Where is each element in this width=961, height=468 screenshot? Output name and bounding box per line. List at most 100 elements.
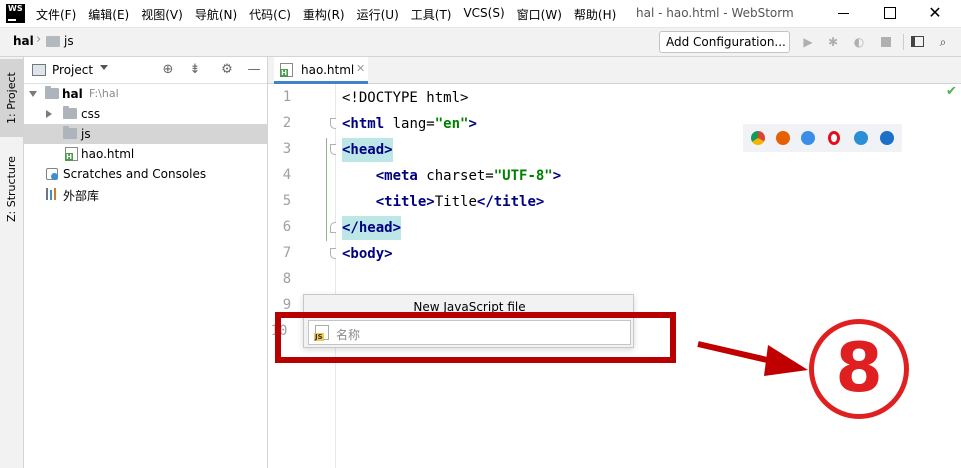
tool-tab-structure[interactable]: Z: Structure <box>0 145 23 233</box>
project-view-selector[interactable]: Project <box>52 63 93 77</box>
tree-item-hao-html[interactable]: hao.html <box>24 144 267 164</box>
code-line-4: <meta charset="UTF-8"> <box>342 167 561 185</box>
menu-code[interactable]: 代码(C) <box>249 6 291 23</box>
tree-item-external-libraries[interactable]: 外部库 <box>24 184 267 204</box>
code-line-3: <head> <box>342 138 393 162</box>
tree-item-label: hal <box>62 87 83 101</box>
tree-item-label: 外部库 <box>63 189 100 203</box>
coverage-icon[interactable]: ◐ <box>852 35 866 49</box>
code-tag: <title> <box>375 194 435 210</box>
fold-guide <box>326 138 327 241</box>
menu-refactor[interactable]: 重构(R) <box>303 6 345 23</box>
browser-preview-bar <box>743 124 902 152</box>
window-title: hal - hao.html - WebStorm <box>636 6 794 20</box>
code-attr: charset= <box>417 168 494 184</box>
code-attr: lang= <box>384 116 435 132</box>
tree-item-js[interactable]: js <box>24 124 267 144</box>
safari-icon[interactable] <box>801 131 815 145</box>
tool-tab-project[interactable]: 1: Project <box>0 59 23 137</box>
menu-window[interactable]: 窗口(W) <box>517 6 562 23</box>
project-panel: Project ⊕ ⇟ ⚙ — hal F:\hal css js hao.ht… <box>24 57 268 468</box>
breadcrumb-folder[interactable]: js <box>64 34 74 48</box>
folder-icon <box>63 106 77 119</box>
code-tag-highlighted: <head> <box>342 138 393 162</box>
html-file-icon <box>280 63 293 77</box>
code-line-1: <!DOCTYPE html> <box>342 89 468 107</box>
line-number: 1 <box>282 89 292 105</box>
inspection-ok-icon[interactable]: ✔ <box>946 84 957 99</box>
breadcrumb-separator-icon: › <box>36 32 42 47</box>
close-tab-icon[interactable]: ✕ <box>356 62 365 75</box>
internet-explorer-icon[interactable] <box>854 131 868 145</box>
scratches-icon <box>45 167 59 181</box>
add-configuration-button[interactable]: Add Configuration... <box>659 31 790 53</box>
code-line-5: <title>Title</title> <box>342 193 545 211</box>
minimize-icon[interactable] <box>834 4 854 22</box>
tree-item-label: js <box>81 127 91 141</box>
code-line-7: <body> <box>342 245 393 263</box>
library-icon <box>46 188 59 200</box>
navigation-bar: hal › js Add Configuration... ▶ ✱ ◐ ⌕ <box>0 28 961 57</box>
menu-vcs[interactable]: VCS(S) <box>463 6 504 23</box>
line-number: 9 <box>282 297 292 313</box>
code-tag: > <box>552 168 562 184</box>
code-text: Title <box>434 194 477 210</box>
toolbar-divider <box>903 34 904 50</box>
line-number: 8 <box>282 271 292 287</box>
hide-panel-icon[interactable]: — <box>246 62 262 78</box>
stop-icon[interactable] <box>879 35 893 49</box>
main-menu: 文件(F) 编辑(E) 视图(V) 导航(N) 代码(C) 重构(R) 运行(U… <box>36 6 628 23</box>
opera-icon[interactable] <box>828 131 840 145</box>
code-tag-highlighted: </head> <box>342 216 402 240</box>
editor-tab-bar: hao.html ✕ <box>268 57 961 84</box>
folder-icon <box>63 126 77 139</box>
menu-edit[interactable]: 编辑(E) <box>88 6 129 23</box>
collapse-all-icon[interactable]: ⇟ <box>187 62 203 78</box>
menu-view[interactable]: 视图(V) <box>141 6 183 23</box>
code-string: "UTF-8" <box>493 168 553 184</box>
chrome-icon[interactable] <box>751 131 765 145</box>
title-bar: WS 文件(F) 编辑(E) 视图(V) 导航(N) 代码(C) 重构(R) 运… <box>0 0 961 28</box>
menu-help[interactable]: 帮助(H) <box>574 6 616 23</box>
doctype: <!DOCTYPE html> <box>342 90 469 106</box>
menu-run[interactable]: 运行(U) <box>357 6 399 23</box>
tree-item-css[interactable]: css <box>24 104 267 124</box>
search-icon[interactable]: ⌕ <box>936 35 950 49</box>
line-number: 4 <box>282 167 292 183</box>
tree-item-scratches[interactable]: Scratches and Consoles <box>24 164 267 184</box>
html-file-icon <box>65 147 78 161</box>
chevron-down-icon[interactable] <box>100 65 108 70</box>
code-tag: <html <box>342 116 385 132</box>
tree-item-path: F:\hal <box>89 87 119 100</box>
locate-target-icon[interactable]: ⊕ <box>160 62 176 78</box>
line-number: 5 <box>282 193 292 209</box>
project-structure-icon[interactable] <box>911 35 925 49</box>
close-icon[interactable]: ✕ <box>925 4 945 22</box>
line-number: 3 <box>282 141 292 157</box>
folder-icon <box>46 36 60 47</box>
tree-item-label: css <box>81 107 101 121</box>
firefox-icon[interactable] <box>776 131 790 145</box>
maximize-icon[interactable] <box>879 4 899 22</box>
tree-item-label: hao.html <box>81 147 135 161</box>
breadcrumb-root[interactable]: hal <box>13 34 34 48</box>
menu-file[interactable]: 文件(F) <box>36 6 76 23</box>
edge-icon[interactable] <box>880 131 894 145</box>
menu-tools[interactable]: 工具(T) <box>411 6 452 23</box>
project-view-icon <box>32 64 46 76</box>
tab-hao-html[interactable]: hao.html ✕ <box>274 57 368 84</box>
tree-item-hal[interactable]: hal F:\hal <box>24 84 267 104</box>
code-tag: </title> <box>476 194 545 210</box>
collapse-arrow-icon[interactable] <box>46 110 52 118</box>
code-string: "en" <box>434 116 469 132</box>
annotation-highlight-box <box>275 312 676 363</box>
line-number: 7 <box>282 245 292 261</box>
run-icon[interactable]: ▶ <box>801 35 815 49</box>
folder-icon <box>45 86 59 99</box>
menu-navigate[interactable]: 导航(N) <box>195 6 237 23</box>
debug-icon[interactable]: ✱ <box>826 35 840 49</box>
gear-icon[interactable]: ⚙ <box>219 62 235 78</box>
line-number: 6 <box>282 219 292 235</box>
expand-arrow-icon[interactable] <box>29 91 37 97</box>
step-number-badge: ⑧8 <box>809 319 909 419</box>
